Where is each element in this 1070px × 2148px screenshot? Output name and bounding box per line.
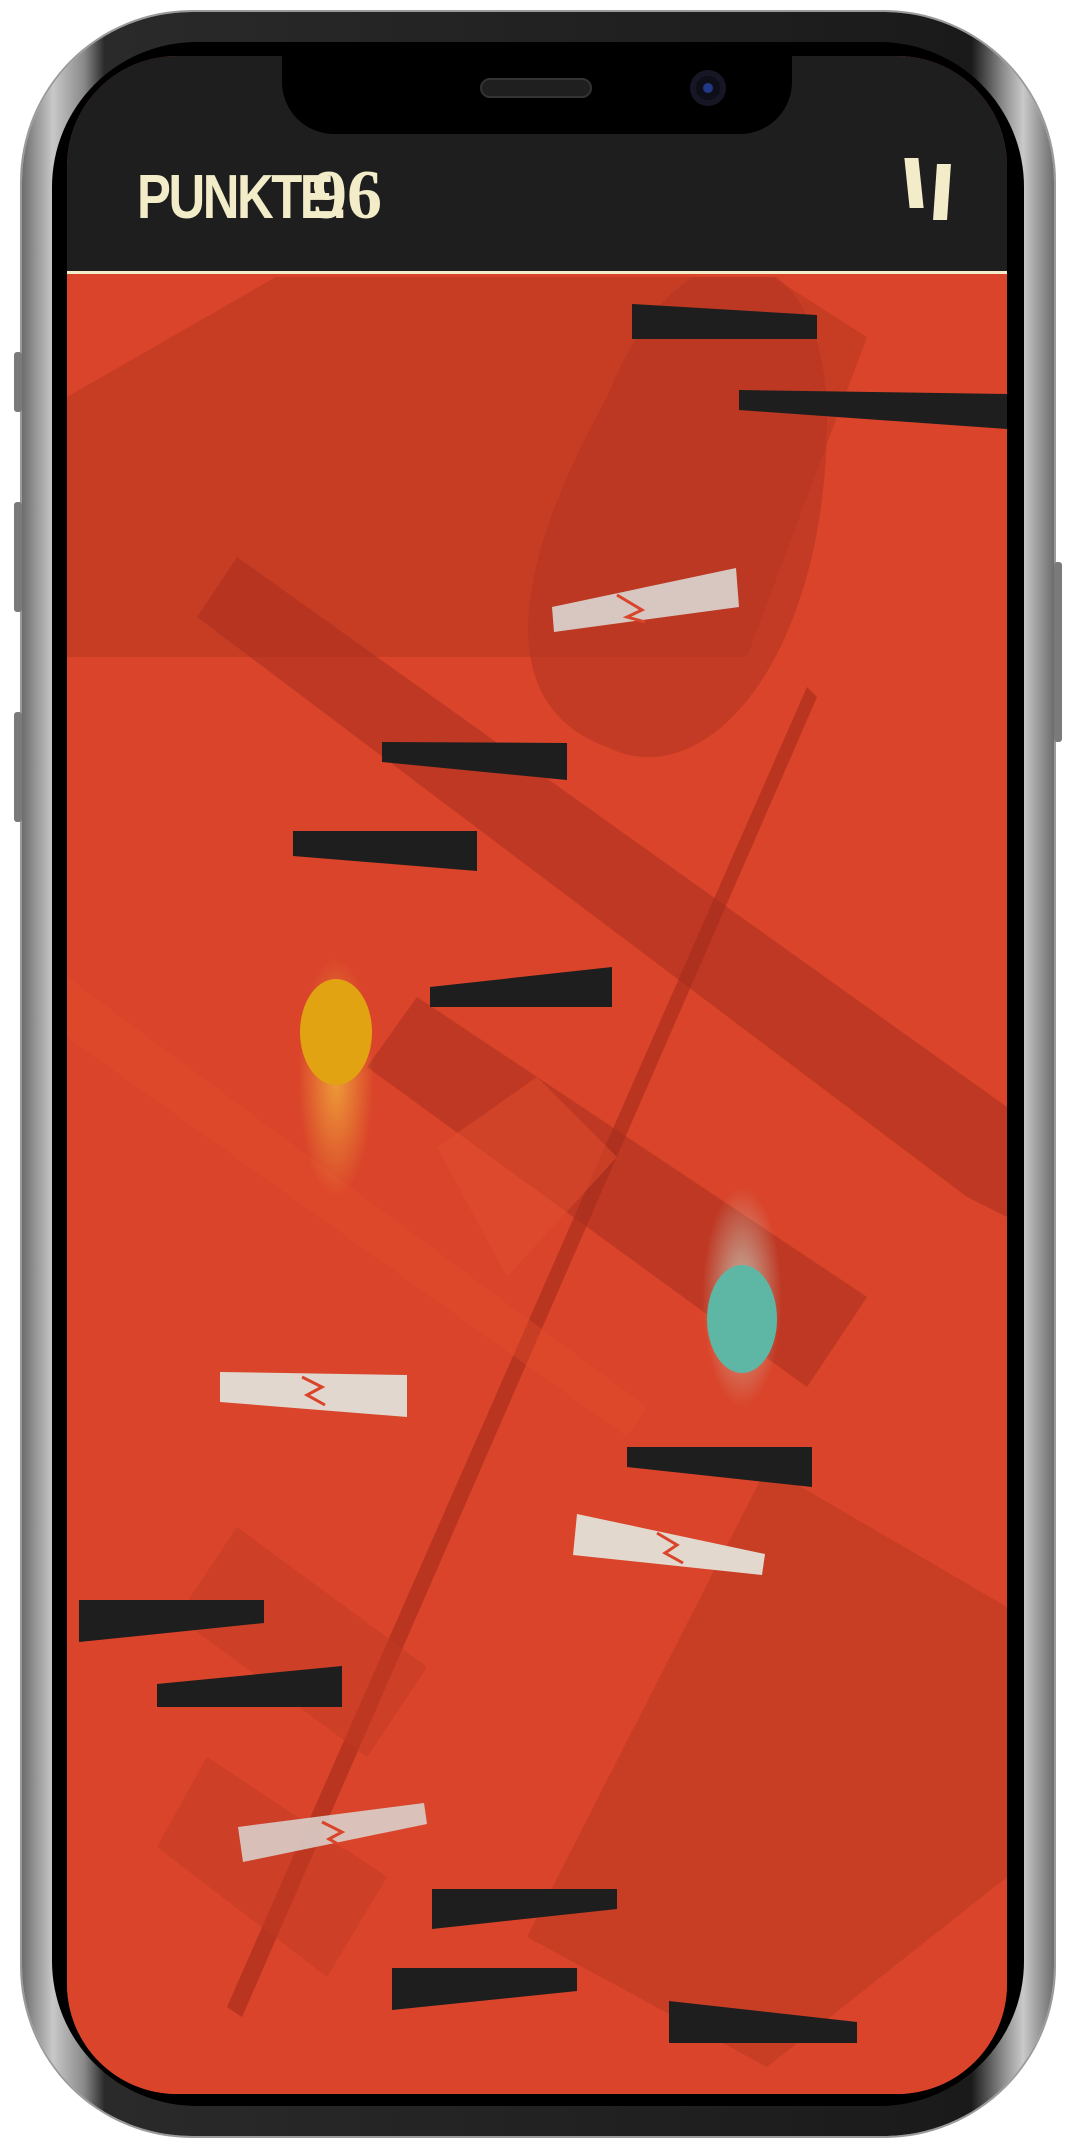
score-label: PUNKTE: bbox=[137, 163, 348, 232]
power-button bbox=[1054, 562, 1062, 742]
hud-bar: PUNKTE: 96 bbox=[67, 56, 1007, 274]
solid-platform bbox=[430, 967, 612, 1007]
pause-icon bbox=[904, 158, 924, 208]
solid-platform bbox=[392, 1968, 577, 2010]
background-shapes bbox=[67, 277, 1007, 2067]
pause-icon bbox=[933, 164, 951, 220]
solid-platform bbox=[157, 1666, 342, 1707]
playfield-art bbox=[67, 277, 1007, 2067]
pause-button[interactable] bbox=[904, 158, 955, 220]
game-screen[interactable]: PUNKTE: 96 bbox=[67, 56, 1007, 2094]
fragile-platform bbox=[220, 1372, 407, 1417]
speaker-grille bbox=[480, 78, 592, 98]
playfield[interactable] bbox=[67, 277, 1007, 2094]
volume-down-button bbox=[14, 712, 22, 822]
yellow-ball bbox=[300, 979, 372, 1085]
mute-switch bbox=[14, 352, 22, 412]
solid-platform bbox=[293, 831, 477, 871]
solid-platform bbox=[627, 1447, 812, 1487]
teal-ball bbox=[707, 1265, 777, 1373]
score-display: PUNKTE: 96 bbox=[137, 156, 382, 236]
bg-shape bbox=[177, 1527, 427, 1757]
camera-icon bbox=[690, 70, 726, 106]
volume-up-button bbox=[14, 502, 22, 612]
phone-notch bbox=[282, 56, 792, 134]
